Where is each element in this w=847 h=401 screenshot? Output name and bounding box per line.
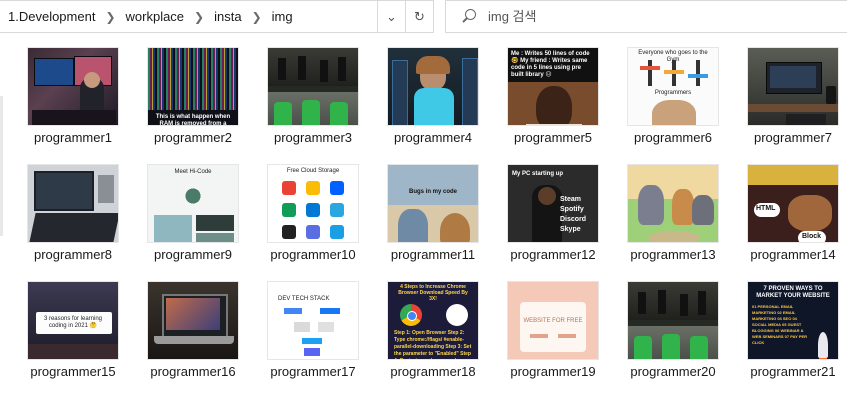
file-name: programmer2	[153, 130, 233, 145]
file-name: programmer7	[753, 130, 833, 145]
chevron-down-icon[interactable]: ⌄	[377, 1, 405, 32]
file-item[interactable]: My PC starting up Steam Spotify Discord …	[507, 164, 599, 262]
breadcrumb-item-workplace[interactable]: workplace	[124, 9, 187, 24]
thumbnail-caption: 01 PERSONAL EMAIL MARKETING 02 EMAIL MAR…	[752, 304, 808, 345]
file-name: programmer17	[270, 364, 356, 379]
file-name: programmer4	[393, 130, 473, 145]
file-thumbnail[interactable]	[27, 164, 119, 243]
file-view[interactable]: programmer1 This is what happen when RAM…	[0, 34, 847, 401]
explorer-toolbar: 1.Development ❯ workplace ❯ insta ❯ img …	[0, 0, 847, 34]
file-thumbnail[interactable]: Everyone who goes to the Gym Programmers	[627, 47, 719, 126]
thumbnail-caption: DEV TECH STACK	[278, 296, 330, 302]
file-item[interactable]: HTML Block programmer14	[747, 164, 839, 262]
file-item[interactable]: 7 PROVEN WAYS TO MARKET YOUR WEBSITE 01 …	[747, 281, 839, 379]
breadcrumb-item-insta[interactable]: insta	[212, 9, 243, 24]
thumbnail-caption: Free Cloud Storage	[286, 168, 340, 174]
file-thumbnail[interactable]	[387, 47, 479, 126]
file-item[interactable]: Meet Hi-Code programmer9	[147, 164, 239, 262]
file-name: programmer3	[273, 130, 353, 145]
file-name: programmer1	[33, 130, 113, 145]
thumbnail-caption: WEBSITE FOR FREE	[523, 318, 583, 324]
thumbnail-caption: Bugs in my code	[408, 189, 457, 195]
file-thumbnail[interactable]: Free Cloud Storage	[267, 164, 359, 243]
file-thumbnail[interactable]: Bugs in my code	[387, 164, 479, 243]
file-thumbnail[interactable]	[27, 47, 119, 126]
search-box[interactable]	[445, 0, 847, 33]
thumbnail-label: HTML	[756, 205, 776, 212]
thumbnail-caption: 4 Steps to Increase Chrome Browser Downl…	[398, 284, 468, 302]
file-thumbnail[interactable]: This is what happen when RAM is removed …	[147, 47, 239, 126]
search-icon	[460, 8, 478, 26]
thumbnail-caption: This is what happen when RAM is removed …	[155, 114, 231, 126]
file-name: programmer8	[33, 247, 113, 262]
file-item[interactable]: This is what happen when RAM is removed …	[147, 47, 239, 145]
file-thumbnail[interactable]: Me : Writes 50 lines of code 🤓 My friend…	[507, 47, 599, 126]
search-input[interactable]	[486, 8, 790, 25]
thumbnail-caption: Steam Spotify Discord Skype	[560, 196, 587, 233]
navigation-pane-scrollbar[interactable]	[0, 96, 3, 236]
file-item[interactable]: 4 Steps to Increase Chrome Browser Downl…	[387, 281, 479, 379]
file-thumbnail[interactable]: WEBSITE FOR FREE	[507, 281, 599, 360]
file-name: programmer19	[510, 364, 596, 379]
file-name: programmer13	[630, 247, 716, 262]
thumbnail-caption: 3 reasons for learning coding in 2021 🤔	[43, 316, 103, 329]
thumbnail-caption: Meet Hi-Code	[174, 169, 212, 175]
file-name: programmer9	[153, 247, 233, 262]
file-name: programmer15	[30, 364, 116, 379]
file-thumbnail[interactable]: Meet Hi-Code	[147, 164, 239, 243]
breadcrumb-item-development[interactable]: 1.Development	[6, 9, 97, 24]
breadcrumb: 1.Development ❯ workplace ❯ insta ❯ img	[0, 9, 377, 24]
file-item[interactable]: 3 reasons for learning coding in 2021 🤔 …	[27, 281, 119, 379]
thumbnail-label: Block	[802, 233, 822, 240]
thumbnail-caption: My PC starting up	[512, 171, 564, 177]
file-thumbnail[interactable]	[627, 281, 719, 360]
file-item[interactable]: DEV TECH STACK programmer17	[267, 281, 359, 379]
file-thumbnail[interactable]: 4 Steps to Increase Chrome Browser Downl…	[387, 281, 479, 360]
file-thumbnail[interactable]	[267, 47, 359, 126]
file-name: programmer14	[750, 247, 836, 262]
file-thumbnail[interactable]	[147, 281, 239, 360]
file-thumbnail[interactable]	[627, 164, 719, 243]
file-name: programmer5	[513, 130, 593, 145]
file-item[interactable]: programmer7	[747, 47, 839, 145]
file-item[interactable]: programmer4	[387, 47, 479, 145]
breadcrumb-item-img[interactable]: img	[270, 9, 295, 24]
file-name: programmer21	[750, 364, 836, 379]
file-item[interactable]: programmer20	[627, 281, 719, 379]
file-thumbnail[interactable]: HTML Block	[747, 164, 839, 243]
file-thumbnail[interactable]: DEV TECH STACK	[267, 281, 359, 360]
file-item[interactable]: Everyone who goes to the Gym Programmers…	[627, 47, 719, 145]
file-name: programmer18	[390, 364, 476, 379]
file-thumbnail[interactable]: 7 PROVEN WAYS TO MARKET YOUR WEBSITE 01 …	[747, 281, 839, 360]
file-name: programmer10	[270, 247, 356, 262]
thumbnail-caption: Programmers	[654, 90, 692, 96]
thumbnail-caption: Step 1: Open Browser Step 2: Type chrome…	[394, 330, 472, 359]
file-item[interactable]: Bugs in my code programmer11	[387, 164, 479, 262]
chevron-right-icon[interactable]: ❯	[244, 10, 270, 24]
file-item[interactable]: WEBSITE FOR FREE programmer19	[507, 281, 599, 379]
file-thumbnail[interactable]: 3 reasons for learning coding in 2021 🤔	[27, 281, 119, 360]
file-name: programmer16	[150, 364, 236, 379]
thumbnail-caption: Me : Writes 50 lines of code 🤓 My friend…	[511, 51, 590, 78]
file-name: programmer12	[510, 247, 596, 262]
file-name: programmer6	[633, 130, 713, 145]
file-item[interactable]: programmer8	[27, 164, 119, 262]
file-item[interactable]: programmer3	[267, 47, 359, 145]
file-item[interactable]: programmer13	[627, 164, 719, 262]
chevron-right-icon[interactable]: ❯	[186, 10, 212, 24]
file-item[interactable]: programmer1	[27, 47, 119, 145]
address-bar[interactable]: 1.Development ❯ workplace ❯ insta ❯ img …	[0, 0, 434, 33]
file-grid: programmer1 This is what happen when RAM…	[27, 47, 839, 379]
refresh-icon[interactable]: ↻	[405, 1, 433, 32]
file-name: programmer20	[630, 364, 716, 379]
file-thumbnail[interactable]	[747, 47, 839, 126]
file-item[interactable]: Me : Writes 50 lines of code 🤓 My friend…	[507, 47, 599, 145]
thumbnail-caption: 7 PROVEN WAYS TO MARKET YOUR WEBSITE	[756, 286, 830, 299]
file-item[interactable]: programmer16	[147, 281, 239, 379]
file-item[interactable]: Free Cloud Storage programmer10	[267, 164, 359, 262]
chevron-right-icon[interactable]: ❯	[97, 10, 123, 24]
file-name: programmer11	[390, 247, 476, 262]
file-thumbnail[interactable]: My PC starting up Steam Spotify Discord …	[507, 164, 599, 243]
